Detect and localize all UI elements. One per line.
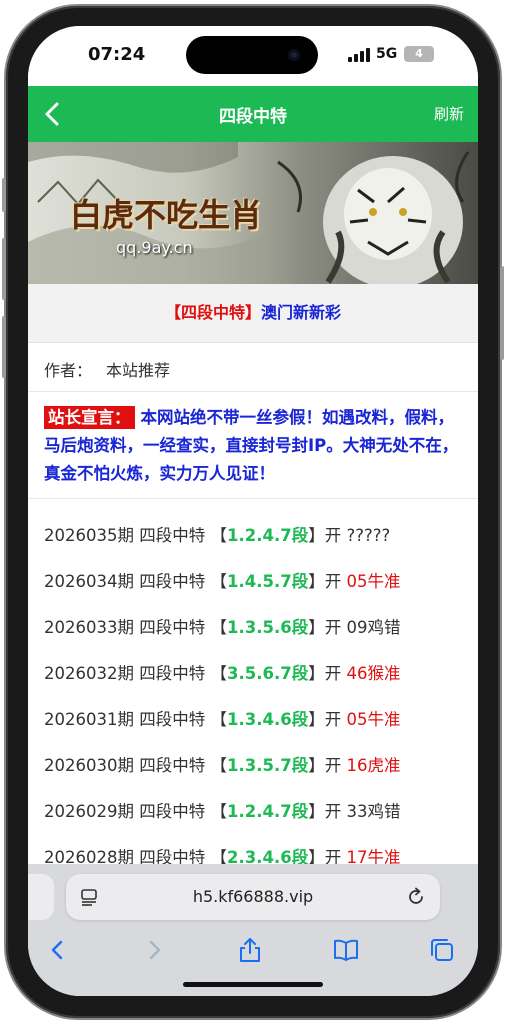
record-label: 四段中特 — [139, 756, 206, 775]
record-row: 2026035期 四段中特 【1.2.4.7段】开 ????? — [44, 522, 474, 552]
home-indicator[interactable] — [183, 982, 323, 987]
record-open-label: 开 — [324, 572, 342, 591]
record-bracket-open: 【 — [210, 664, 228, 683]
screen: 07:24 5G 4 四段中特 刷新 白虎不吃生肖 qq.9ay.cn 【四段中… — [28, 26, 478, 996]
record-period: 2026033期 — [44, 618, 134, 637]
volume-up-button — [2, 238, 6, 300]
heading-name: 澳门新新彩 — [261, 303, 342, 322]
site-notice: 站长宣言： 本网站绝不带一丝参假！如遇改料，假料，马后炮资料，一经查实，直接封号封… — [44, 404, 464, 488]
record-label: 四段中特 — [139, 526, 206, 545]
record-bracket-close: 】 — [308, 710, 325, 729]
forward-icon[interactable] — [140, 936, 168, 964]
record-bracket-close: 】 — [308, 756, 325, 775]
article-heading: 【四段中特】澳门新新彩 — [28, 284, 478, 343]
network-type: 5G — [376, 46, 398, 62]
dynamic-island — [186, 36, 318, 74]
page-title: 四段中特 — [219, 107, 287, 127]
record-code: 1.3.4.6段 — [227, 710, 309, 729]
reload-icon[interactable] — [406, 887, 426, 907]
status-bar: 07:24 5G 4 — [28, 26, 478, 86]
record-bracket-open: 【 — [210, 802, 228, 821]
record-period: 2026032期 — [44, 664, 134, 683]
volume-down-button — [2, 316, 6, 378]
heading-bracket: 【四段中特】 — [164, 303, 261, 322]
record-code: 1.4.5.7段 — [227, 572, 309, 591]
battery-icon: 4 — [404, 46, 434, 62]
record-bracket-close: 】 — [308, 664, 325, 683]
record-result: 09鸡错 — [346, 618, 401, 637]
previous-tab-pill[interactable] — [28, 874, 54, 920]
signal-icon — [348, 48, 370, 62]
camera-icon — [288, 49, 300, 61]
record-bracket-close: 】 — [308, 526, 325, 545]
record-bracket-open: 【 — [210, 618, 228, 637]
record-bracket-open: 【 — [210, 756, 228, 775]
record-code: 1.3.5.7段 — [227, 756, 309, 775]
browser-toolbar: h5.kf66888.vip — [28, 864, 478, 996]
divider — [28, 498, 478, 499]
record-row: 2026029期 四段中特 【1.2.4.7段】开 33鸡错 — [44, 798, 474, 828]
address-bar[interactable]: h5.kf66888.vip — [66, 874, 440, 920]
refresh-button[interactable]: 刷新 — [434, 103, 464, 124]
banner-image: 白虎不吃生肖 qq.9ay.cn — [28, 142, 478, 284]
record-period: 2026030期 — [44, 756, 134, 775]
share-icon[interactable] — [236, 936, 264, 964]
record-bracket-close: 】 — [308, 618, 325, 637]
record-period: 2026029期 — [44, 802, 134, 821]
record-label: 四段中特 — [139, 618, 206, 637]
record-result: 16虎准 — [346, 756, 401, 775]
record-row: 2026034期 四段中特 【1.4.5.7段】开 05牛准 — [44, 568, 474, 598]
record-label: 四段中特 — [139, 802, 206, 821]
status-time: 07:24 — [88, 44, 146, 65]
record-code: 1.3.5.6段 — [227, 618, 309, 637]
action-button — [2, 178, 6, 212]
back-icon[interactable] — [44, 936, 72, 964]
record-label: 四段中特 — [139, 572, 206, 591]
record-open-label: 开 — [324, 710, 342, 729]
record-bracket-open: 【 — [210, 710, 228, 729]
record-result: 33鸡错 — [346, 802, 401, 821]
record-result: 05牛准 — [346, 710, 401, 729]
record-open-label: 开 — [324, 664, 342, 683]
record-code: 1.2.4.7段 — [227, 802, 309, 821]
record-open-label: 开 — [324, 756, 342, 775]
bookmarks-icon[interactable] — [332, 936, 360, 964]
author-name: 本站推荐 — [106, 361, 171, 380]
url-text: h5.kf66888.vip — [192, 887, 314, 906]
record-row: 2026031期 四段中特 【1.3.4.6段】开 05牛准 — [44, 706, 474, 736]
record-period: 2026035期 — [44, 526, 134, 545]
record-row: 2026032期 四段中特 【3.5.6.7段】开 46猴准 — [44, 660, 474, 690]
record-period: 2026034期 — [44, 572, 134, 591]
record-open-label: 开 — [324, 526, 342, 545]
tabs-icon[interactable] — [428, 936, 456, 964]
banner-title: 白虎不吃生肖 — [70, 196, 263, 234]
banner-domain: qq.9ay.cn — [116, 238, 193, 257]
record-label: 四段中特 — [139, 664, 206, 683]
author-row: 作者： 本站推荐 — [28, 343, 478, 392]
record-bracket-open: 【 — [210, 526, 228, 545]
record-open-label: 开 — [324, 618, 342, 637]
record-row: 2026033期 四段中特 【1.3.5.6段】开 09鸡错 — [44, 614, 474, 644]
record-result: 05牛准 — [346, 572, 401, 591]
record-result: 46猴准 — [346, 664, 401, 683]
power-button — [500, 266, 504, 360]
record-bracket-close: 】 — [308, 572, 325, 591]
record-label: 四段中特 — [139, 710, 206, 729]
record-code: 3.5.6.7段 — [227, 664, 309, 683]
nav-bar: 四段中特 刷新 — [28, 86, 478, 142]
record-open-label: 开 — [324, 802, 342, 821]
notice-tag: 站长宣言： — [44, 406, 135, 429]
record-row: 2026030期 四段中特 【1.3.5.7段】开 16虎准 — [44, 752, 474, 782]
author-label: 作者： — [44, 361, 93, 380]
record-code: 1.2.4.7段 — [227, 526, 309, 545]
record-period: 2026031期 — [44, 710, 134, 729]
record-bracket-close: 】 — [308, 802, 325, 821]
record-result: ????? — [346, 526, 391, 545]
record-bracket-open: 【 — [210, 572, 228, 591]
